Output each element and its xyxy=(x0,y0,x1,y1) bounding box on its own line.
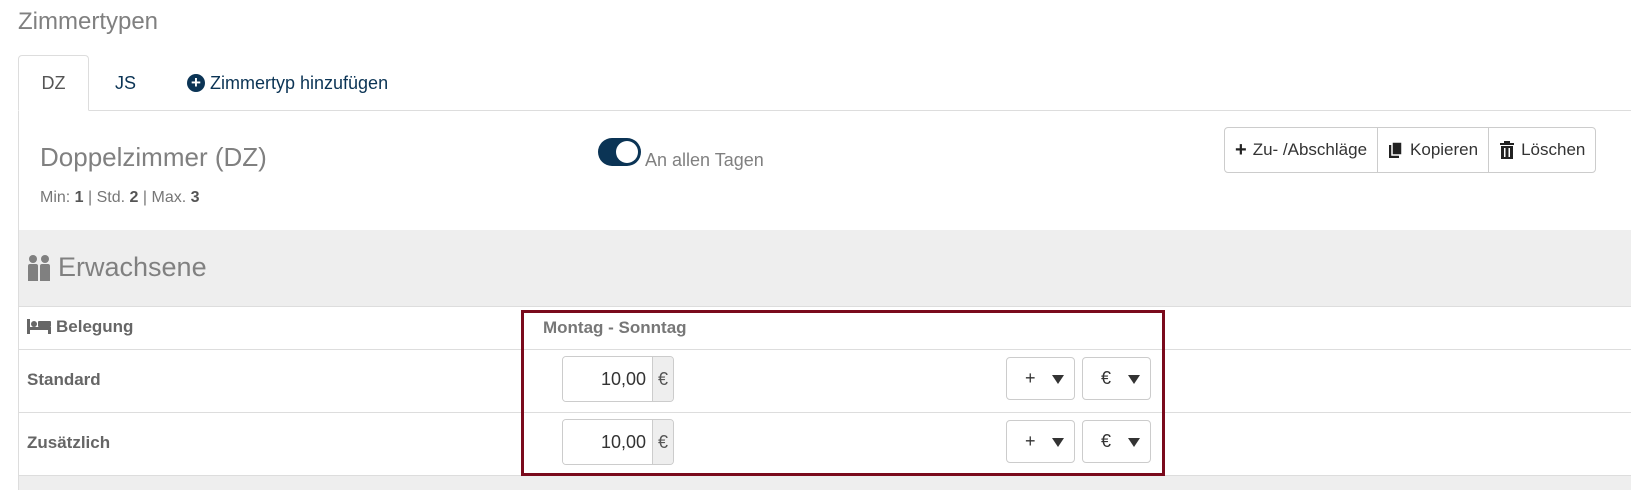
currency-value: € xyxy=(1101,368,1112,388)
currency-select-additional[interactable]: € xyxy=(1082,420,1151,463)
operator-select-additional[interactable]: + xyxy=(1006,420,1075,463)
section-title-adults: Erwachsene xyxy=(28,252,207,283)
toggle-knob xyxy=(616,141,638,163)
surcharge-button-label: Zu- /Abschläge xyxy=(1252,140,1368,159)
occupancy-header-label: Belegung xyxy=(56,317,134,336)
price-input-additional[interactable] xyxy=(563,420,652,464)
add-room-type-tab[interactable]: + Zimmertyp hinzufügen xyxy=(187,55,388,111)
copy-button-label: Kopieren xyxy=(1410,140,1479,159)
price-input-standard[interactable] xyxy=(563,357,652,401)
bed-icon xyxy=(27,319,51,334)
day-range-header: Montag - Sonntag xyxy=(543,318,687,337)
operator-select-standard[interactable]: + xyxy=(1006,357,1075,400)
caret-down-icon xyxy=(1128,438,1140,447)
room-title: Doppelzimmer (DZ) xyxy=(40,142,267,172)
table-divider xyxy=(19,306,1631,307)
tab-js-label: JS xyxy=(115,72,137,93)
tab-js[interactable]: JS xyxy=(115,55,136,111)
table-divider xyxy=(19,412,1631,413)
all-days-toggle[interactable] xyxy=(598,138,641,166)
currency-value: € xyxy=(1101,431,1112,451)
max-value: 3 xyxy=(190,189,200,206)
max-label: | Max. xyxy=(138,189,191,206)
operator-value: + xyxy=(1025,368,1036,388)
table-divider xyxy=(19,349,1631,350)
section-title-label: Erwachsene xyxy=(58,252,207,282)
surcharge-button[interactable]: + Zu- /Abschläge xyxy=(1225,128,1379,172)
currency-addon: € xyxy=(652,357,673,401)
row-label-additional: Zusätzlich xyxy=(27,433,111,452)
page-title: Zimmertypen xyxy=(18,8,159,35)
price-input-group-additional: € xyxy=(562,419,674,465)
add-room-type-label: Zimmertyp hinzufügen xyxy=(210,72,389,93)
currency-addon: € xyxy=(652,420,673,464)
min-label: Min: xyxy=(40,189,75,206)
occupancy-header: Belegung xyxy=(27,317,133,337)
currency-select-standard[interactable]: € xyxy=(1082,357,1151,400)
std-label: | Std. xyxy=(83,189,130,206)
plus-icon: + xyxy=(1235,138,1247,161)
caret-down-icon xyxy=(1052,438,1064,447)
room-occupancy-meta: Min: 1 | Std. 2 | Max. 3 xyxy=(40,189,200,207)
next-section-background xyxy=(19,476,1631,490)
tab-dz-label: DZ xyxy=(41,72,66,93)
section-header-background xyxy=(19,230,1631,307)
caret-down-icon xyxy=(1052,375,1064,384)
copy-icon xyxy=(1389,141,1403,158)
tab-dz[interactable]: DZ xyxy=(18,55,89,111)
people-icon xyxy=(28,254,50,281)
delete-button-label: Löschen xyxy=(1521,140,1586,159)
copy-button[interactable]: Kopieren xyxy=(1378,128,1490,172)
plus-circle-icon: + xyxy=(187,74,205,92)
trash-icon xyxy=(1500,141,1515,159)
operator-value: + xyxy=(1025,431,1036,451)
min-value: 1 xyxy=(74,189,84,206)
price-input-group-standard: € xyxy=(562,356,674,402)
row-label-standard: Standard xyxy=(27,370,101,389)
delete-button[interactable]: Löschen xyxy=(1489,128,1595,172)
caret-down-icon xyxy=(1128,375,1140,384)
room-actions: + Zu- /Abschläge Kopieren Löschen xyxy=(1224,127,1597,173)
all-days-toggle-label: An allen Tagen xyxy=(645,150,764,170)
